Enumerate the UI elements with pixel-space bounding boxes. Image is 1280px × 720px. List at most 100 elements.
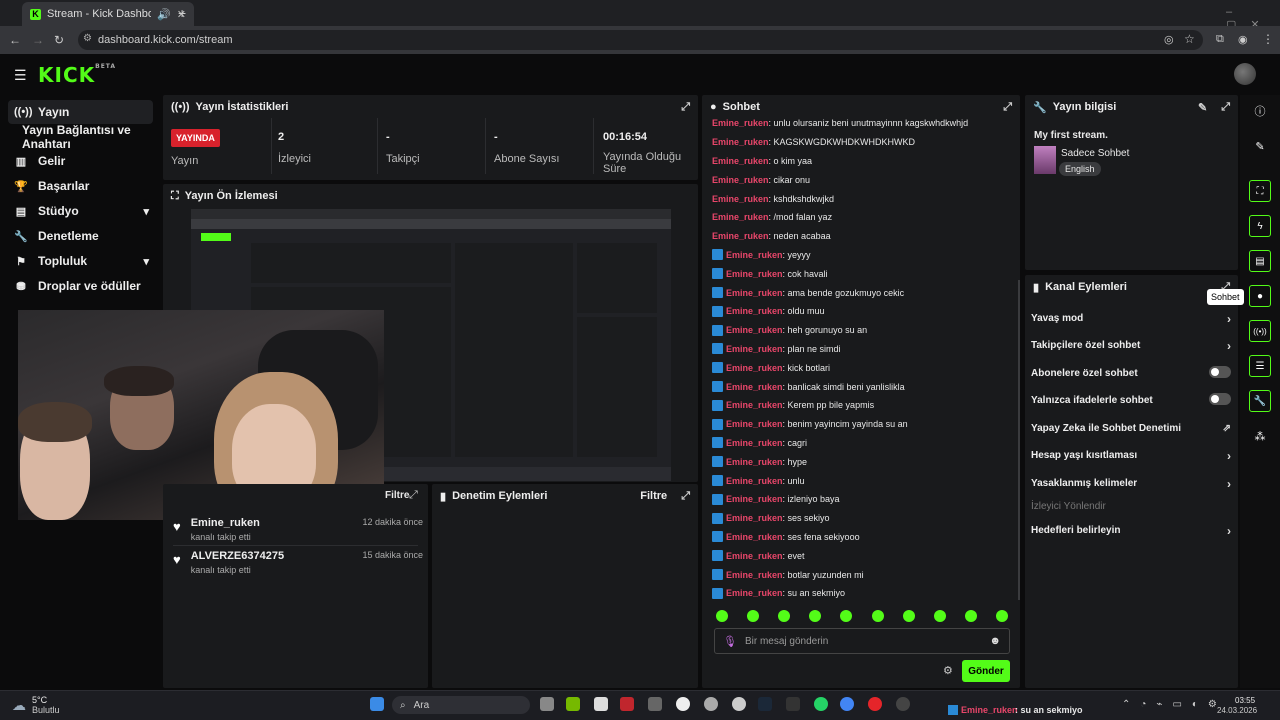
bookmark-star-icon[interactable]: ☆ bbox=[1184, 32, 1195, 46]
clock-time[interactable]: 03:55 bbox=[1235, 696, 1255, 705]
chat-input[interactable]: 🎙 Bir mesaj gönderin ☻ bbox=[714, 628, 1010, 654]
lightning-icon[interactable]: ϟ bbox=[1249, 215, 1271, 237]
send-button[interactable]: Gönder bbox=[962, 660, 1010, 682]
chat-scrollbar[interactable] bbox=[1018, 280, 1020, 600]
obs-icon[interactable] bbox=[896, 697, 910, 711]
category-thumbnail[interactable] bbox=[1034, 146, 1056, 174]
emoji-icon[interactable]: ☻ bbox=[989, 635, 1001, 647]
wrench-icon[interactable]: 🔧 bbox=[1249, 390, 1271, 412]
action-account-age[interactable]: Hesap yaşı kısıtlaması › bbox=[1031, 442, 1231, 470]
emote-icon[interactable] bbox=[747, 610, 760, 622]
menu-dots-icon[interactable]: ⋮ bbox=[1262, 32, 1274, 46]
chat-username[interactable]: Emine_ruken bbox=[712, 231, 769, 241]
emote-icon[interactable] bbox=[840, 610, 853, 622]
profile-icon[interactable]: ◉ bbox=[1238, 33, 1248, 46]
chat-username[interactable]: Emine_ruken bbox=[726, 588, 783, 598]
kick-logo[interactable]: KICKBETA bbox=[38, 63, 116, 87]
chat-username[interactable]: Emine_ruken bbox=[726, 382, 783, 392]
chat-username[interactable]: Emine_ruken bbox=[726, 570, 783, 580]
taskview-icon[interactable] bbox=[540, 697, 554, 711]
youtube-icon[interactable] bbox=[868, 697, 882, 711]
nvidia-icon[interactable] bbox=[566, 697, 580, 711]
emote-icon[interactable] bbox=[964, 610, 977, 622]
app-icon[interactable] bbox=[594, 697, 608, 711]
weather-temp[interactable]: 5°C bbox=[32, 695, 47, 705]
sidebar-item-yayin[interactable]: ((•)) Yayın bbox=[8, 100, 153, 124]
chat-username[interactable]: Emine_ruken bbox=[712, 156, 769, 166]
chat-username[interactable]: Emine_ruken bbox=[726, 532, 783, 542]
chat-username[interactable]: Emine_ruken bbox=[726, 325, 783, 335]
forward-icon[interactable]: → bbox=[32, 33, 44, 47]
activity-filter[interactable]: Filtre bbox=[385, 490, 409, 501]
reload-icon[interactable]: ↻ bbox=[54, 33, 64, 47]
sidebar-item-studyo[interactable]: ▤ Stüdyo ▾ bbox=[8, 199, 153, 223]
action-slow-mode[interactable]: Yavaş mod › bbox=[1031, 305, 1231, 333]
list-icon[interactable]: ☰ bbox=[1249, 355, 1271, 377]
chat-username[interactable]: Emine_ruken bbox=[712, 118, 769, 128]
expand-icon[interactable]: ⤢ bbox=[1221, 101, 1230, 114]
chat-username[interactable]: Emine_ruken bbox=[726, 400, 783, 410]
moderation-filter[interactable]: Filtre bbox=[640, 490, 667, 502]
category-name[interactable]: Sadece Sohbet bbox=[1061, 148, 1129, 159]
sidebar-item-denetleme[interactable]: 🔧 Denetleme bbox=[8, 224, 153, 248]
chat-username[interactable]: Emine_ruken bbox=[726, 250, 783, 260]
windows-start-icon[interactable] bbox=[370, 697, 384, 711]
chat-username[interactable]: Emine_ruken bbox=[712, 194, 769, 204]
chat-username[interactable]: Emine_ruken bbox=[726, 513, 783, 523]
chat-settings-gear-icon[interactable]: ⚙ bbox=[943, 664, 953, 677]
preview-toggle-icon[interactable]: ⛶ bbox=[1249, 180, 1271, 202]
edit-pencil-icon[interactable]: ✎ bbox=[1198, 101, 1207, 114]
chat-username[interactable]: Emine_ruken bbox=[726, 494, 783, 504]
url-field[interactable]: dashboard.kick.com/stream bbox=[78, 30, 1203, 50]
app-icon[interactable] bbox=[704, 697, 718, 711]
emote-icon[interactable] bbox=[933, 610, 946, 622]
new-tab-button[interactable]: + bbox=[178, 5, 186, 21]
speaker-icon[interactable]: 🔊 bbox=[157, 8, 171, 21]
emote-icon[interactable] bbox=[716, 610, 728, 622]
system-tray-icons[interactable]: ⌃◔⌁▭◐⚙ bbox=[1122, 699, 1227, 710]
chat-username[interactable]: Emine_ruken bbox=[726, 269, 783, 279]
chat-username[interactable]: Emine_ruken bbox=[726, 438, 783, 448]
microphone-icon[interactable]: 🎙 bbox=[723, 635, 737, 648]
whatsapp-icon[interactable] bbox=[814, 697, 828, 711]
expand-icon[interactable]: ⤢ bbox=[681, 490, 690, 503]
steam-icon[interactable] bbox=[758, 697, 772, 711]
sidebar-item-gelir[interactable]: ▥ Gelir bbox=[8, 149, 153, 173]
activity-name[interactable]: Emine_ruken bbox=[191, 517, 260, 529]
site-info-icon[interactable]: ⚙ bbox=[83, 33, 92, 44]
epic-games-icon[interactable] bbox=[786, 697, 800, 711]
amd-icon[interactable] bbox=[620, 697, 634, 711]
emote-icon[interactable] bbox=[871, 610, 884, 622]
taskbar-search[interactable]: ⌕ Ara bbox=[392, 696, 530, 714]
edit-pencil-icon[interactable]: ✎ bbox=[1249, 135, 1271, 157]
toggle-switch[interactable] bbox=[1209, 393, 1231, 408]
expand-icon[interactable]: ⤢ bbox=[681, 101, 690, 114]
chat-username[interactable]: Emine_ruken bbox=[726, 344, 783, 354]
chat-username[interactable]: Emine_ruken bbox=[712, 175, 769, 185]
chat-username[interactable]: Emine_ruken bbox=[726, 457, 783, 467]
chat-username[interactable]: Emine_ruken bbox=[712, 137, 769, 147]
chat-username[interactable]: Emine_ruken bbox=[726, 288, 783, 298]
chat-username[interactable]: Emine_ruken bbox=[712, 212, 769, 222]
action-set-goals[interactable]: Hedefleri belirleyin › bbox=[1031, 517, 1231, 545]
hamburger-menu-icon[interactable]: ☰ bbox=[14, 67, 27, 84]
chat-username[interactable]: Emine_ruken bbox=[726, 306, 783, 316]
chat-bubble-icon[interactable]: ● bbox=[1249, 285, 1271, 307]
chat-username[interactable]: Emine_ruken bbox=[726, 551, 783, 561]
activity-name[interactable]: ALVERZE6374275 bbox=[191, 550, 284, 562]
emote-icon[interactable] bbox=[902, 610, 915, 622]
eye-off-icon[interactable]: ◎ bbox=[1164, 33, 1174, 46]
emote-icon[interactable] bbox=[778, 610, 791, 622]
sidebar-item-droplar[interactable]: ⛃ Droplar ve ödüller bbox=[8, 274, 153, 298]
info-icon[interactable]: ⓘ bbox=[1249, 100, 1271, 122]
emote-icon[interactable] bbox=[995, 610, 1008, 622]
sidebar-item-topluluk[interactable]: ⚑ Topluluk ▾ bbox=[8, 249, 153, 273]
action-followers-only[interactable]: Takipçilere özel sohbet › bbox=[1031, 332, 1231, 360]
sidebar-item-stream-key[interactable]: Yayın Bağlantısı ve Anahtarı bbox=[8, 123, 158, 151]
back-icon[interactable]: ← bbox=[9, 33, 21, 47]
extensions-icon[interactable]: ⧉ bbox=[1216, 33, 1224, 46]
expand-icon[interactable]: ⤢ bbox=[409, 489, 418, 502]
browser-tab[interactable]: K Stream - Kick Dashboard 🔊 ✕ bbox=[22, 2, 194, 26]
app-icon[interactable] bbox=[732, 697, 746, 711]
add-widget-icon[interactable]: ⁂ bbox=[1249, 425, 1271, 447]
